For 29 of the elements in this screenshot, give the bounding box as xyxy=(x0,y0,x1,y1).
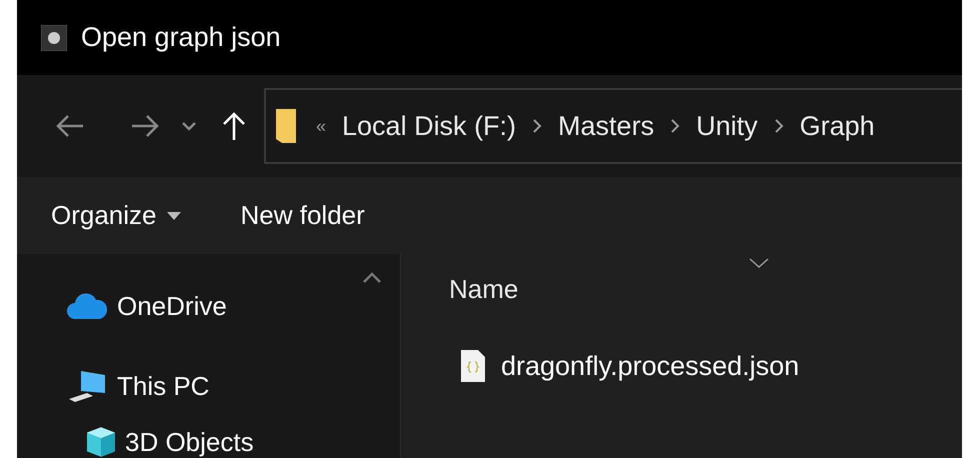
new-folder-button[interactable]: New folder xyxy=(240,200,365,231)
cloud-icon xyxy=(67,293,107,319)
column-header[interactable]: Name xyxy=(449,274,518,305)
overflow-chevron[interactable]: « xyxy=(316,116,326,136)
recent-locations-button[interactable] xyxy=(182,121,196,131)
window-title: Open graph json xyxy=(81,22,281,53)
forward-button[interactable] xyxy=(130,114,160,138)
app-icon xyxy=(41,24,67,50)
sidebar-item[interactable]: This PC xyxy=(17,346,400,426)
file-item[interactable]: dragonfly.processed.json xyxy=(461,350,962,382)
chevron-right-icon xyxy=(670,118,680,134)
chevron-right-icon xyxy=(532,118,542,134)
sidebar-item[interactable]: 3D Objects xyxy=(17,426,400,458)
breadcrumb[interactable]: Graph xyxy=(800,110,875,142)
up-button[interactable] xyxy=(222,111,246,141)
back-button[interactable] xyxy=(55,114,85,138)
json-file-icon xyxy=(461,350,485,382)
scroll-up-icon[interactable] xyxy=(362,272,382,284)
sidebar-item[interactable]: OneDrive xyxy=(17,266,400,346)
caret-down-icon xyxy=(166,212,180,220)
computer-icon xyxy=(67,369,107,403)
organize-button[interactable]: Organize xyxy=(51,200,180,231)
chevron-right-icon xyxy=(774,118,784,134)
breadcrumb[interactable]: Unity xyxy=(696,110,758,142)
sort-caret-icon xyxy=(749,258,769,268)
cube-icon xyxy=(87,427,115,457)
breadcrumb[interactable]: Local Disk (F:) xyxy=(342,110,516,142)
address-bar[interactable]: « Local Disk (F:) Masters Unity Graph xyxy=(264,88,962,164)
breadcrumb[interactable]: Masters xyxy=(558,110,654,142)
